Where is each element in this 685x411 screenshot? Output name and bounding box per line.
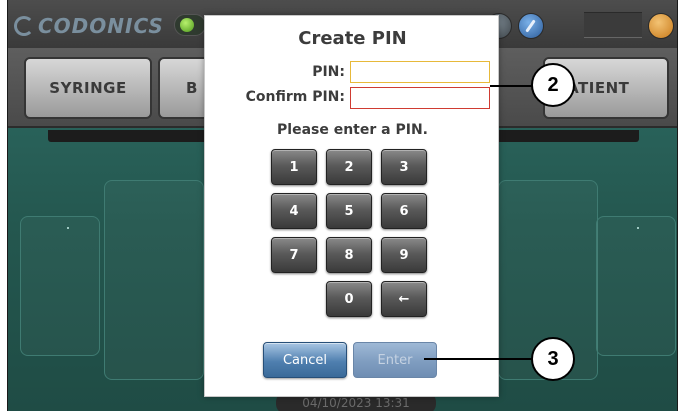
pin-field[interactable] (350, 61, 490, 83)
dialog-title: Create PIN (298, 28, 407, 49)
enter-button[interactable]: Enter (353, 342, 437, 378)
keypad-key-4[interactable]: 4 (271, 193, 317, 229)
keypad-key-2[interactable]: 2 (326, 149, 372, 185)
callout-3: 3 (531, 337, 575, 381)
keypad-key-6[interactable]: 6 (381, 193, 427, 229)
pen-icon[interactable] (518, 13, 544, 39)
keypad-key-1[interactable]: 1 (271, 149, 317, 185)
pin-label: PIN: (312, 64, 345, 80)
keypad-key-8[interactable]: 8 (326, 237, 372, 273)
background-panel-right (596, 216, 676, 356)
power-icon[interactable] (648, 13, 674, 39)
keypad-key-3[interactable]: 3 (381, 149, 427, 185)
header-field (584, 12, 642, 38)
panel-dot (637, 227, 639, 229)
codonics-logo: CODONICS (14, 12, 164, 40)
callout-2-leader-line (490, 85, 533, 87)
keypad-key-5[interactable]: 5 (326, 193, 372, 229)
keypad-key-0[interactable]: 0 (326, 281, 372, 317)
background-panel-mid-left (104, 180, 204, 380)
callout-2: 2 (531, 63, 575, 107)
green-led-icon (174, 14, 206, 36)
callout-3-leader-line (424, 358, 533, 360)
codonics-logo-mark (14, 16, 34, 36)
confirm-pin-field[interactable] (350, 87, 490, 109)
cancel-button[interactable]: Cancel (263, 342, 347, 378)
keypad-key-7[interactable]: 7 (271, 237, 317, 273)
confirm-pin-label: Confirm PIN: (245, 89, 345, 105)
instruction-message: Please enter a PIN. (277, 122, 428, 138)
logo-text: CODONICS (38, 14, 164, 38)
keypad-key-9[interactable]: 9 (381, 237, 427, 273)
tab-syringe[interactable]: SYRINGE (24, 57, 152, 119)
backspace-key[interactable]: ← (381, 281, 427, 317)
create-pin-dialog: Create PIN PIN: Confirm PIN: Please ente… (204, 15, 499, 397)
background-panel-left (20, 216, 100, 356)
panel-dot (67, 227, 69, 229)
